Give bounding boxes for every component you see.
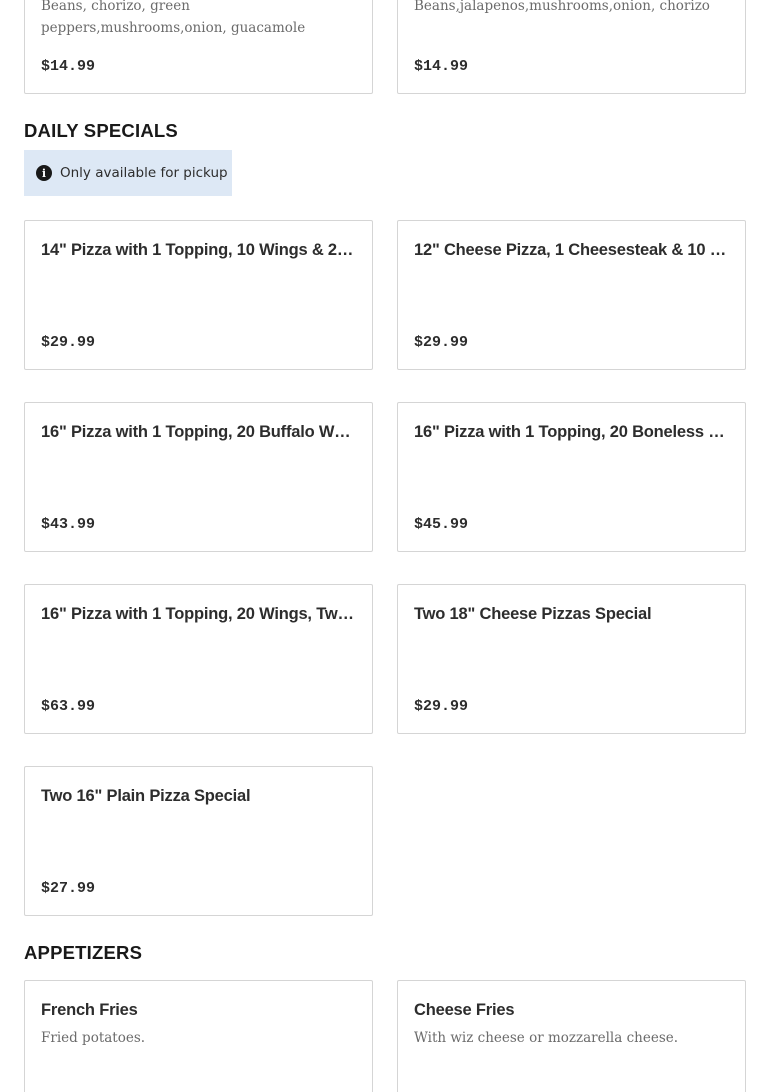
item-price: $63.99 <box>41 698 96 715</box>
pickup-notice-text: Only available for pickup <box>60 165 228 181</box>
menu-item-card[interactable]: 16" Pizza with 1 Topping, 20 Boneless Wi… <box>397 402 746 552</box>
menu-item-card[interactable]: Cheese Fries With wiz cheese or mozzarel… <box>397 980 746 1092</box>
menu-item-card[interactable]: 12" Cheese Pizza, 1 Cheesesteak & 10 Win… <box>397 220 746 370</box>
menu-item-card[interactable]: Two 16" Plain Pizza Special $27.99 <box>24 766 373 916</box>
menu-item-card[interactable]: Beans, chorizo, green peppers,mushrooms,… <box>24 0 373 94</box>
item-price: $14.99 <box>414 58 469 75</box>
item-name: French Fries <box>41 1001 138 1019</box>
menu-item-card[interactable]: 16" Pizza with 1 Topping, 20 Wings, Two … <box>24 584 373 734</box>
item-description: Beans, chorizo, green peppers,mushrooms,… <box>41 0 306 36</box>
pickup-only-banner: i Only available for pickup <box>24 150 232 196</box>
item-price: $29.99 <box>41 334 96 351</box>
item-name: 16" Pizza with 1 Topping, 20 Boneless Wi… <box>414 423 727 441</box>
section-title-appetizers: APPETIZERS <box>24 942 143 963</box>
menu-item-card[interactable]: French Fries Fried potatoes. <box>24 980 373 1092</box>
item-name: 16" Pizza with 1 Topping, 20 Wings, Two … <box>41 605 354 623</box>
item-price: $29.99 <box>414 698 469 715</box>
item-name: 12" Cheese Pizza, 1 Cheesesteak & 10 Win… <box>414 241 727 259</box>
item-name: Two 16" Plain Pizza Special <box>41 787 251 805</box>
item-description: With wiz cheese or mozzarella cheese. <box>414 1030 679 1046</box>
item-price: $29.99 <box>414 334 469 351</box>
section-title-daily-specials: DAILY SPECIALS <box>24 120 178 141</box>
menu-item-card[interactable]: 14" Pizza with 1 Topping, 10 Wings & 2 L… <box>24 220 373 370</box>
item-description: Beans,jalapenos,mushrooms,onion, chorizo <box>414 0 710 14</box>
item-name: Two 18" Cheese Pizzas Special <box>414 605 652 623</box>
item-name: 14" Pizza with 1 Topping, 10 Wings & 2 L… <box>41 241 354 259</box>
item-name: 16" Pizza with 1 Topping, 20 Buffalo Win… <box>41 423 354 441</box>
item-description: Fried potatoes. <box>41 1030 146 1046</box>
menu-item-card[interactable]: Two 18" Cheese Pizzas Special $29.99 <box>397 584 746 734</box>
item-price: $27.99 <box>41 880 96 897</box>
info-icon: i <box>36 165 52 181</box>
item-price: $14.99 <box>41 58 96 75</box>
item-price: $43.99 <box>41 516 96 533</box>
menu-item-card[interactable]: Beans,jalapenos,mushrooms,onion, chorizo… <box>397 0 746 94</box>
menu-item-card[interactable]: 16" Pizza with 1 Topping, 20 Buffalo Win… <box>24 402 373 552</box>
item-name: Cheese Fries <box>414 1001 515 1019</box>
item-price: $45.99 <box>414 516 469 533</box>
